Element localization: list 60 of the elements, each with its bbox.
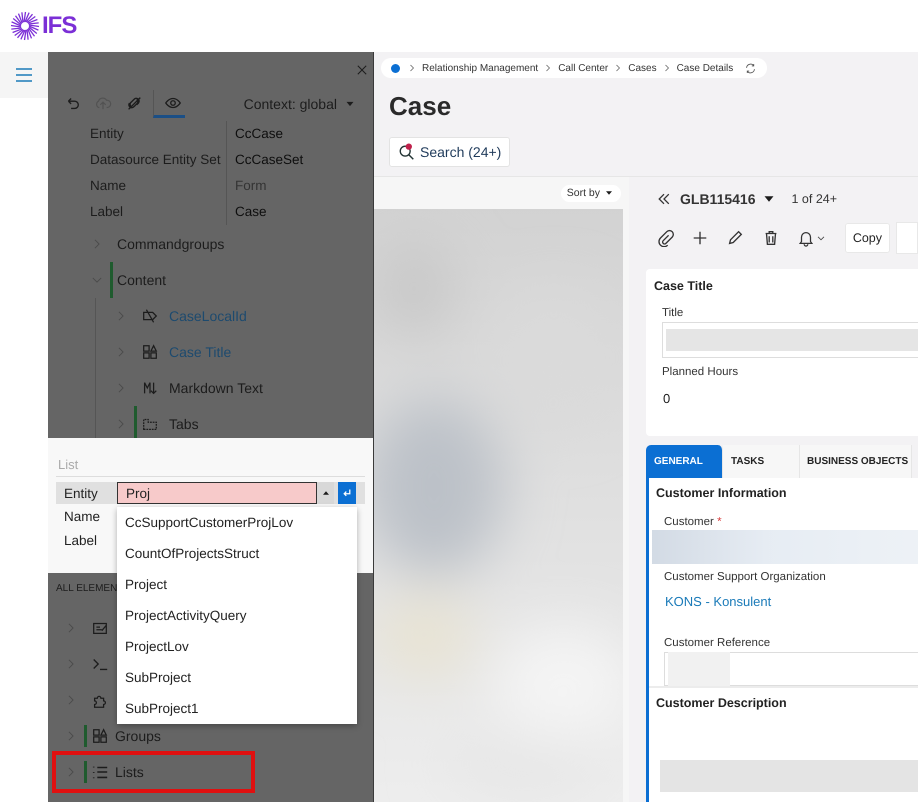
- field-label: Entity: [63, 486, 99, 500]
- property-label: Name: [90, 177, 128, 195]
- breadcrumb-link[interactable]: Relationship Management: [422, 62, 538, 74]
- sort-dropdown[interactable]: Sort by: [560, 184, 621, 202]
- page-title: Case: [388, 90, 452, 123]
- search-icon: [398, 143, 416, 161]
- suggestion-option[interactable]: Project: [117, 569, 357, 600]
- field-label: Label: [63, 532, 98, 548]
- shapes-icon: [141, 343, 159, 361]
- bell-icon[interactable]: [796, 229, 815, 247]
- field-label: Planned Hours: [662, 366, 740, 378]
- plus-icon[interactable]: [691, 229, 710, 247]
- suggestion-option[interactable]: CcSupportCustomerProjLov: [117, 507, 357, 538]
- tab[interactable]: GENERAL: [646, 445, 723, 478]
- refresh-icon[interactable]: [744, 62, 758, 74]
- property-label: Datasource Entity Set: [90, 151, 222, 169]
- apply-button[interactable]: [338, 482, 356, 504]
- property-label: Label: [90, 203, 124, 221]
- pencil-icon[interactable]: [726, 229, 744, 247]
- field-value: 0: [662, 390, 672, 408]
- shapes-icon: [91, 727, 109, 745]
- section-title: Customer Information: [656, 486, 788, 500]
- section-title: Customer Description: [656, 696, 788, 710]
- toolbar-button[interactable]: [153, 90, 185, 118]
- double-chevron-icon[interactable]: [656, 191, 672, 207]
- breadcrumb-link[interactable]: Cases: [628, 62, 657, 74]
- breadcrumb-link[interactable]: Case Details: [676, 62, 734, 74]
- card-title: Case Title: [654, 278, 714, 295]
- suggestion-option[interactable]: SubProject: [117, 662, 357, 693]
- dropdown-toggle[interactable]: [317, 482, 334, 504]
- tag-icon: [141, 307, 159, 325]
- tab[interactable]: BUSINESS OBJECTS: [800, 445, 912, 478]
- field-label: Customer *: [664, 516, 723, 528]
- section-title: List: [56, 438, 365, 477]
- menu-icon[interactable]: [14, 65, 34, 85]
- input-field[interactable]: [664, 652, 918, 686]
- record-counter: 1 of 24+: [792, 192, 838, 206]
- suggestion-option[interactable]: ProjectLov: [117, 631, 357, 662]
- suggestion-option[interactable]: CountOfProjectsStruct: [117, 538, 357, 569]
- record-selector[interactable]: GLB115416: [680, 190, 778, 208]
- suggestion-option[interactable]: ProjectActivityQuery: [117, 600, 357, 631]
- breadcrumb-link[interactable]: Call Center: [558, 62, 608, 74]
- field-link[interactable]: KONS - Konsulent: [664, 586, 918, 629]
- search-button[interactable]: Search (24+): [389, 137, 510, 167]
- field-label: Name: [63, 508, 102, 524]
- field-label: Customer Support Organization: [664, 571, 827, 583]
- suggestion-option[interactable]: SubProject1: [117, 693, 357, 724]
- close-icon[interactable]: [355, 63, 369, 77]
- field-label: Customer Reference: [664, 637, 772, 649]
- tab[interactable]: TASKS: [723, 445, 800, 478]
- input-field[interactable]: [662, 322, 918, 358]
- section-heading: ALL ELEMEN: [55, 582, 118, 596]
- field-label: Title: [662, 307, 684, 319]
- property-label: Entity: [90, 125, 125, 143]
- home-dot[interactable]: [391, 64, 400, 72]
- entity-input[interactable]: Proj: [117, 482, 317, 504]
- paperclip-icon[interactable]: [656, 229, 674, 247]
- logo-text: IFS: [42, 12, 76, 40]
- logo-icon: [10, 11, 40, 41]
- copy-button[interactable]: Copy: [844, 223, 890, 253]
